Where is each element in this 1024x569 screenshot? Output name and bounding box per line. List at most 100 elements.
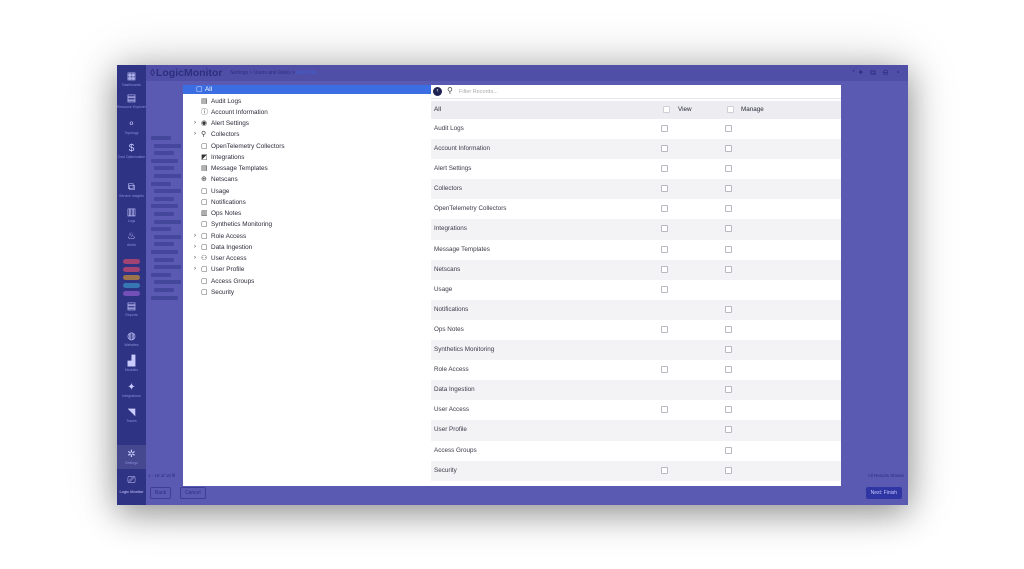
top-icons[interactable]: ⁺✦ ⧉ ⊖ ◔: [851, 68, 902, 78]
nav-item[interactable]: ▤ Resource Explorer: [117, 89, 146, 113]
nav-footer-logo: Logic Monitor: [119, 489, 144, 494]
tree-item[interactable]: ▢ Synthetics Monitoring: [183, 219, 431, 230]
manage-checkbox[interactable]: [725, 466, 732, 474]
tree-item[interactable]: ⓘ Account Information: [183, 107, 431, 118]
nav-icon: ▥: [126, 206, 137, 218]
manage-checkbox[interactable]: [725, 406, 732, 414]
manage-checkbox[interactable]: [725, 265, 732, 273]
view-checkbox[interactable]: [661, 325, 668, 333]
background-line: [151, 295, 178, 300]
nav-icon: $: [128, 142, 135, 154]
nav-item[interactable]: ◥ Traces: [117, 403, 146, 427]
background-line: [154, 174, 181, 178]
background-line: [154, 151, 174, 156]
tree-item[interactable]: ▢ Usage: [183, 186, 431, 197]
nav-item[interactable]: $ Cost Optimization: [117, 139, 146, 163]
breadcrumb-settings[interactable]: Settings: [230, 70, 248, 76]
view-checkbox[interactable]: [661, 125, 668, 132]
row-name: Alert Settings: [434, 165, 472, 173]
view-checkbox[interactable]: [661, 145, 668, 153]
tree-item[interactable]: ▢ All: [183, 85, 431, 94]
view-checkbox[interactable]: [661, 366, 668, 374]
nav-item[interactable]: ▟ Modules: [117, 352, 146, 376]
tree-item[interactable]: ▤ Audit Logs: [183, 96, 431, 107]
manage-checkbox[interactable]: [725, 245, 732, 253]
tree-item[interactable]: ▢ Notifications: [183, 197, 431, 208]
chevron-right-icon[interactable]: ›: [194, 231, 200, 242]
header-manage-label: Manage: [741, 106, 764, 113]
logo[interactable]: ◊LogicMonitor: [150, 67, 222, 80]
nav-icon: ⧉: [127, 181, 136, 193]
view-checkbox[interactable]: [661, 406, 668, 414]
tree-item[interactable]: ◩ Integrations: [183, 152, 431, 163]
back-button[interactable]: Back: [150, 487, 172, 499]
tree-item[interactable]: › ▢ Role Access: [183, 231, 431, 242]
nav-icon: ✦: [127, 381, 136, 393]
tree-item[interactable]: › ◉ Alert Settings: [183, 118, 431, 129]
nav-item[interactable]: ▦ Dashboards: [117, 67, 146, 91]
tree-item[interactable]: › ⚇ User Access: [183, 253, 431, 264]
manage-checkbox[interactable]: [725, 225, 732, 233]
table-row: Data Ingestion: [431, 380, 841, 401]
manage-checkbox[interactable]: [725, 145, 732, 153]
row-name: Collectors: [434, 185, 462, 193]
nav-icon: ♨: [127, 230, 136, 242]
view-checkbox[interactable]: [661, 205, 668, 213]
tree-item[interactable]: › ▢ User Profile: [183, 264, 431, 275]
view-checkbox[interactable]: [661, 165, 668, 173]
nav-item[interactable]: ✲ Settings: [117, 445, 146, 469]
view-checkbox[interactable]: [661, 265, 668, 273]
breadcrumb-users-and-roles[interactable]: Users and Roles: [254, 70, 291, 76]
tree-item[interactable]: › ⚲ Collectors: [183, 129, 431, 140]
nav-item[interactable]: ▤ Reports: [117, 297, 146, 321]
nav-item[interactable]: ✦ Integrations: [117, 378, 146, 402]
logo-mark-icon: ◊: [150, 68, 155, 79]
tree-item[interactable]: ▥ Ops Notes: [183, 208, 431, 219]
view-checkbox[interactable]: [661, 225, 668, 233]
nav-item[interactable]: ⧉ Service Insights: [117, 178, 146, 202]
nav-item[interactable]: ⚬ Topology: [117, 115, 146, 139]
nav-label: Dashboards: [122, 82, 141, 87]
tree-item[interactable]: ▢ OpenTelemetry Collectors: [183, 141, 431, 152]
chevron-right-icon[interactable]: ›: [194, 264, 200, 275]
tree-item[interactable]: ▢ Security: [183, 287, 431, 298]
manage-checkbox[interactable]: [725, 305, 732, 313]
manage-checkbox[interactable]: [725, 366, 732, 374]
manage-checkbox[interactable]: [725, 346, 732, 354]
tree-item-label: Access Groups: [211, 277, 255, 285]
manage-all-checkbox[interactable]: [727, 106, 734, 113]
tree-item[interactable]: ▤ Message Templates: [183, 163, 431, 174]
nav-item[interactable]: ◍ Websites: [117, 327, 146, 351]
tree-item[interactable]: ▢ Access Groups: [183, 276, 431, 287]
filter-records-input[interactable]: [459, 87, 659, 97]
view-all-checkbox[interactable]: [663, 106, 670, 113]
chevron-right-icon[interactable]: ›: [194, 118, 200, 129]
tree-item[interactable]: › ▢ Data Ingestion: [183, 242, 431, 253]
chevron-right-icon[interactable]: ›: [194, 253, 200, 264]
nav-item[interactable]: ▥ Logs: [117, 203, 146, 227]
status-pill: [123, 259, 140, 264]
manage-checkbox[interactable]: [725, 205, 732, 213]
chevron-right-icon[interactable]: ›: [194, 129, 200, 140]
collapse-tree-button[interactable]: ‹: [433, 87, 442, 96]
cancel-button[interactable]: Cancel: [180, 487, 206, 499]
tree-item-icon: ⚇: [201, 255, 208, 262]
manage-checkbox[interactable]: [725, 185, 732, 193]
manage-checkbox[interactable]: [725, 325, 732, 333]
status-pill: [123, 267, 140, 272]
chevron-right-icon[interactable]: ›: [194, 242, 200, 253]
manage-checkbox[interactable]: [725, 426, 732, 434]
tree-item[interactable]: ⊕ Netscans: [183, 174, 431, 185]
view-checkbox[interactable]: [661, 185, 668, 193]
manage-checkbox[interactable]: [725, 125, 732, 132]
view-checkbox[interactable]: [661, 466, 668, 474]
manage-checkbox[interactable]: [725, 386, 732, 394]
nav-item[interactable]: ♨ Alerts: [117, 227, 146, 251]
tree-item-icon: ◩: [201, 153, 208, 161]
manage-checkbox[interactable]: [725, 446, 732, 454]
background-line: [154, 143, 181, 148]
next-finish-button[interactable]: Next: Finish: [865, 487, 902, 499]
view-checkbox[interactable]: [661, 245, 668, 253]
manage-checkbox[interactable]: [725, 165, 732, 173]
view-checkbox[interactable]: [661, 285, 668, 293]
